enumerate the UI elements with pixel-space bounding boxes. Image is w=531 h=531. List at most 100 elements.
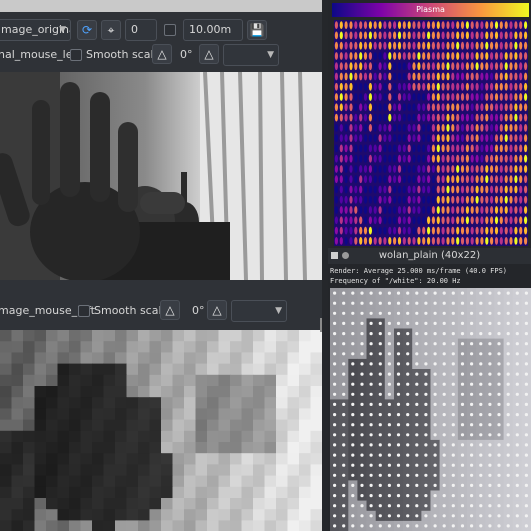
pixel-cell [310,509,322,521]
lowres-mouse-button[interactable]: △ [160,300,180,320]
pixel-cell [46,442,58,454]
pixel-cell [253,430,265,443]
smooth-scaling-checkbox[interactable] [70,49,82,61]
pixel-cell [241,453,254,465]
led-dot [433,494,437,498]
pixel-cell [115,419,127,432]
pixel-cell [161,408,173,421]
plasma-dot [494,134,499,142]
led-dot [515,463,519,467]
pixel-cell [126,341,139,353]
pixel-cell [310,453,322,465]
plasma-dot [431,21,435,29]
led-dot [406,473,410,477]
mouse-button-2[interactable]: △ [199,44,219,64]
plasma-dot [359,175,363,184]
enable-checkbox[interactable] [164,24,176,36]
rotation-spinbox[interactable]: 0 [125,19,157,41]
plasma-dot [524,144,528,153]
pixel-cell [0,430,12,443]
plasma-dot [422,226,426,235]
led-dot [415,504,419,508]
led-dot [369,301,373,305]
led-dot [451,473,455,477]
led-dot [342,443,346,447]
pixel-cell [299,453,311,465]
plasma-dot [436,103,440,112]
led-dot [406,332,410,336]
pixelated-image-view[interactable] [0,330,322,531]
plasma-dot [363,62,368,71]
pixel-cell [195,520,208,531]
led-dot [470,524,474,528]
pixel-cell [80,520,93,531]
plasma-dot [451,41,455,50]
plasma-dot [456,31,460,40]
plasma-dot [388,144,392,153]
mouse-mode-label[interactable]: nal_mouse_left [0,48,81,61]
source-combo[interactable]: mage_original ▼ [0,19,71,41]
plasma-dot [436,175,440,184]
led-dot [378,494,382,498]
led-dot [506,504,510,508]
plasma-dot [393,31,397,40]
plasma-dot [436,31,440,40]
led-dot [369,433,373,437]
plasma-dot [475,175,479,184]
pixel-cell [218,363,231,376]
plasma-dot [451,144,455,153]
led-dot [351,514,355,518]
plasma-dot [436,237,440,245]
distance-spinbox[interactable]: 10.00m [183,19,243,41]
led-dot [497,453,501,457]
plasma-dot [427,185,431,194]
lowres-mouse-button-2[interactable]: △ [207,300,227,320]
camera-image-view[interactable] [0,72,322,280]
plasma-dot [475,226,479,235]
led-preview-view [330,288,531,531]
mouse-button[interactable]: △ [152,44,172,64]
dropdown-arrow-icon: ▼ [267,50,274,60]
plasma-dot [349,124,353,132]
plasma-dot [334,195,338,204]
plasma-dot [378,144,382,153]
led-dot [515,321,519,325]
plasma-dot [402,72,406,81]
plasma-dot [480,165,484,173]
led-dot [360,362,364,366]
pixel-cell [103,408,116,421]
plasma-dot [465,195,469,204]
led-dot [460,372,465,376]
pixel-cell [34,374,47,387]
pixel-cell [138,374,150,387]
lowres-empty-combo[interactable]: ▼ [231,300,287,322]
plasma-dot [359,72,363,81]
pixel-cell [253,408,265,421]
pixel-cell [276,352,288,365]
plasma-dot [470,216,474,225]
led-dot [396,321,401,325]
plasma-dot [349,93,353,101]
plasma-dot [383,21,387,29]
pixel-cell [69,486,81,499]
pixel-cell [0,453,12,465]
plasma-dot [344,103,348,112]
led-dot [360,402,364,406]
plasma-dot [494,41,499,50]
refresh-button[interactable]: ⟳ [77,20,97,40]
plasma-dot [359,21,363,29]
pixel-cell [287,341,300,353]
crop-button[interactable]: ⌖ [101,20,121,40]
led-dot [424,311,428,315]
plasma-dot [393,21,397,29]
save-button[interactable]: 💾 [247,20,267,40]
lowres-smooth-scaling-checkbox[interactable] [78,305,90,317]
empty-combo[interactable]: ▼ [223,44,279,66]
plasma-dot [456,124,460,132]
led-dot [360,433,364,437]
pixel-cell [126,386,139,398]
plasma-dot [436,62,440,71]
pixel-cell [69,453,81,465]
led-dot [470,342,474,346]
pixel-cell [218,498,231,510]
